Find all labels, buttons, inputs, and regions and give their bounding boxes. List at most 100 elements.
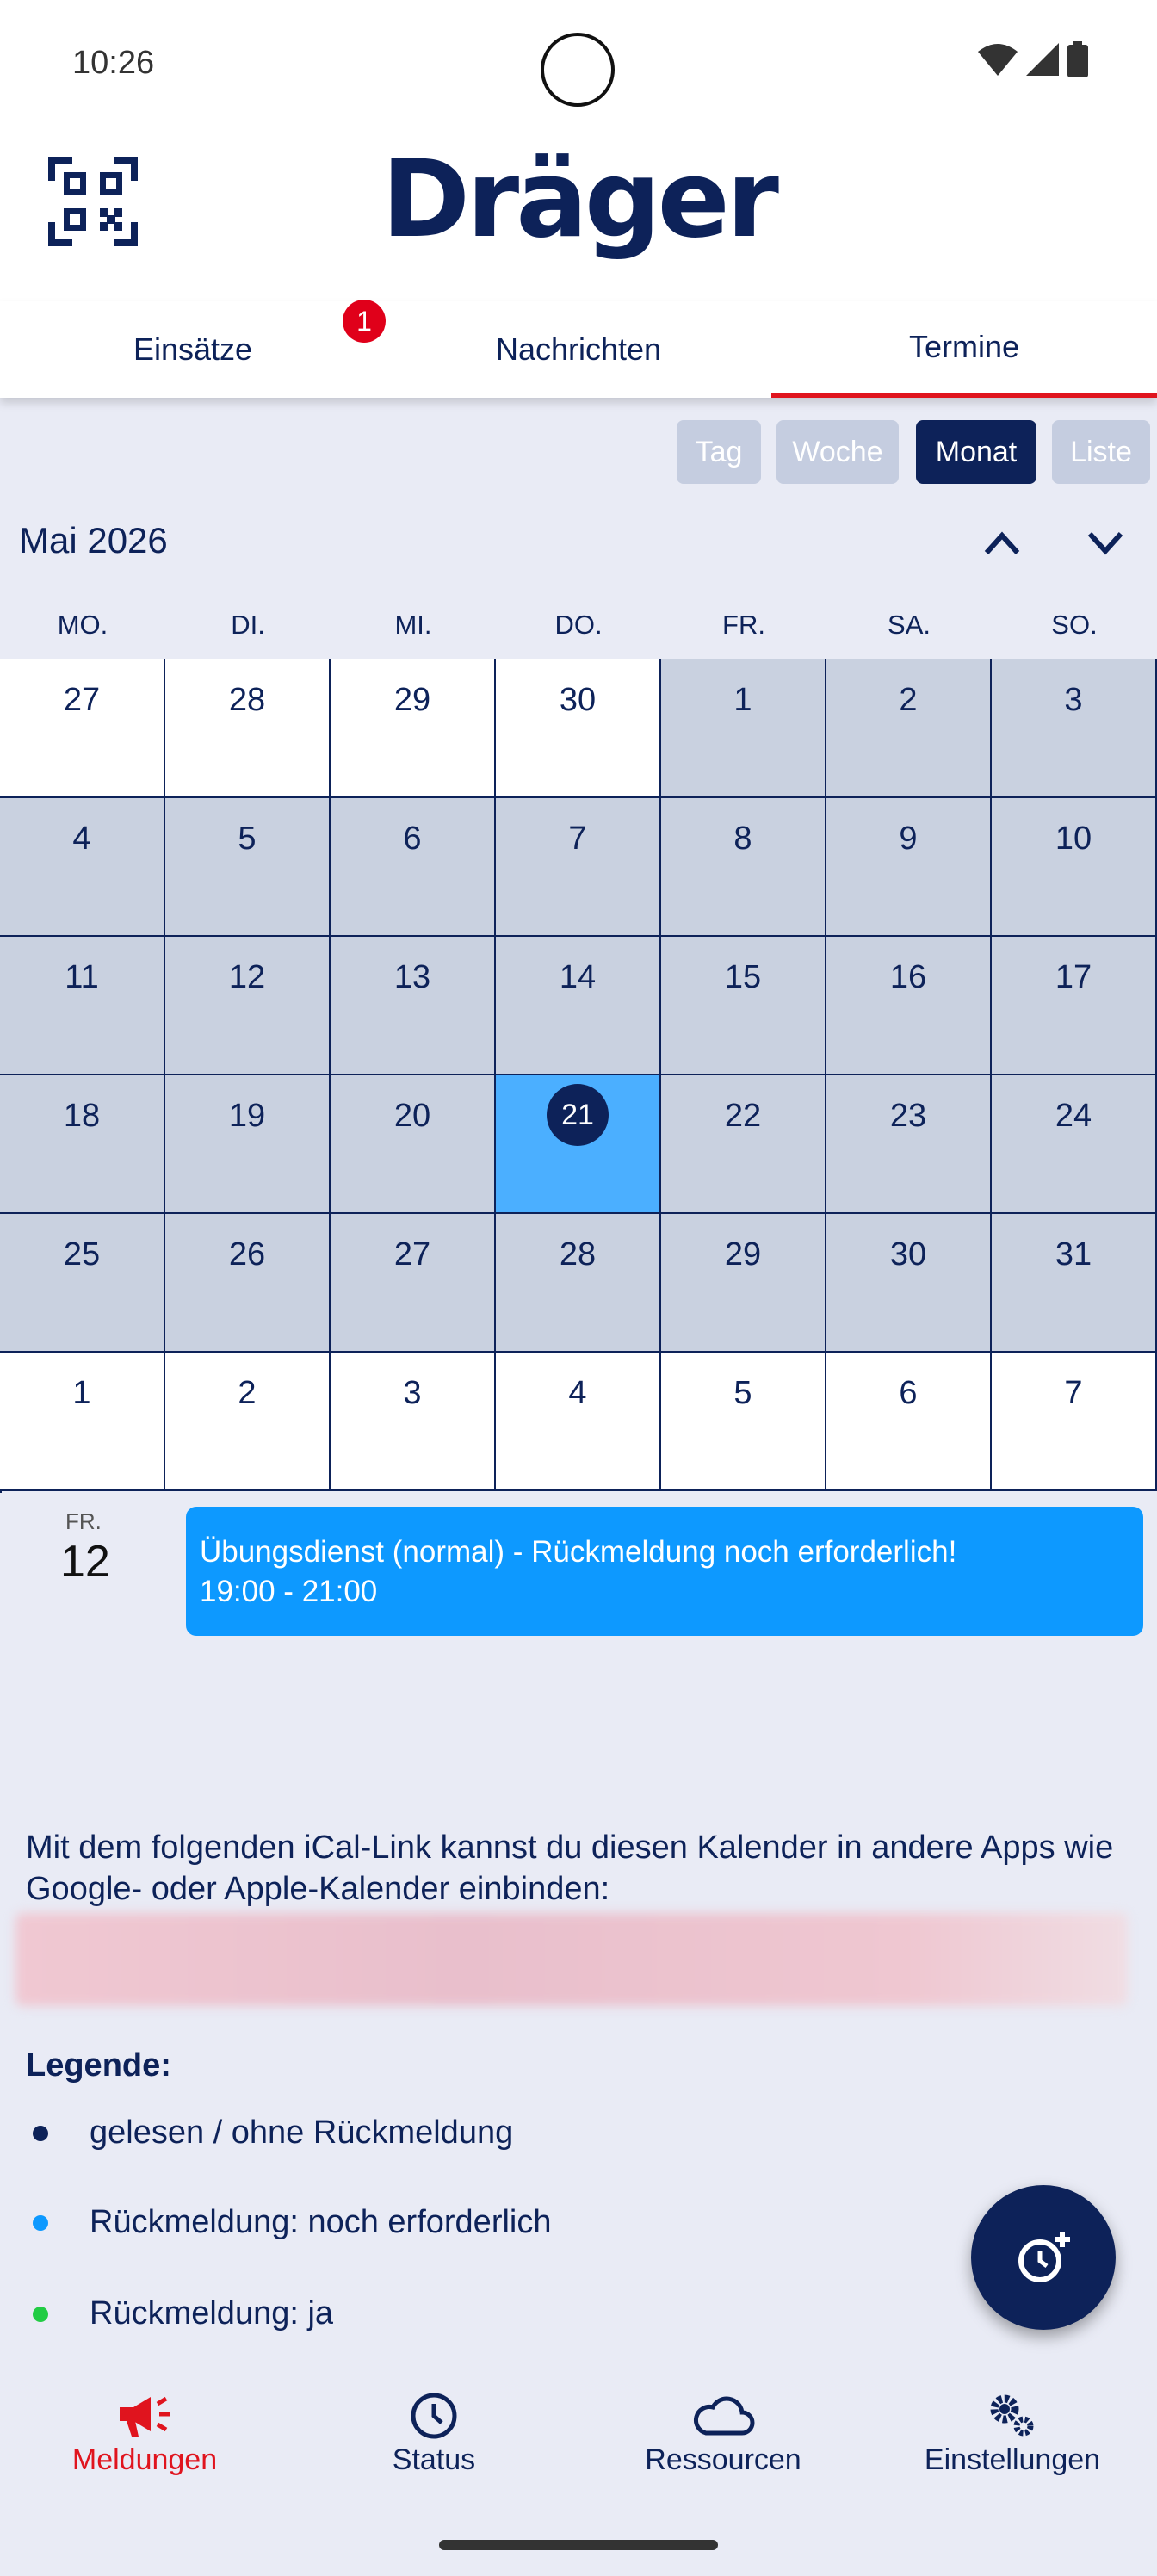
view-month-button[interactable]: Monat — [916, 420, 1036, 484]
calendar-day-cell[interactable]: 4 — [496, 1353, 661, 1491]
calendar-day-cell[interactable]: 27 — [0, 659, 165, 798]
calendar-day-cell[interactable]: 18 — [0, 1075, 165, 1214]
calendar-day-cell[interactable]: 28 — [165, 659, 331, 798]
nav-einstellungen[interactable]: Einstellungen — [868, 2392, 1157, 2477]
day-number: 5 — [733, 1375, 752, 1411]
day-number: 6 — [899, 1375, 918, 1411]
chevron-up-icon[interactable] — [978, 523, 1026, 561]
calendar-day-cell[interactable]: 14 — [496, 937, 661, 1075]
day-number: 11 — [65, 959, 99, 995]
day-number: 15 — [724, 959, 762, 995]
legend-item: gelesen / ohne Rückmeldung — [26, 2115, 513, 2152]
calendar-day-cell[interactable]: 5 — [661, 1353, 826, 1491]
calendar-day-cell[interactable]: 8 — [661, 798, 826, 937]
calendar-day-cell[interactable]: 1 — [0, 1353, 165, 1491]
calendar-day-cell[interactable]: 28 — [496, 1214, 661, 1353]
calendar-day-cell[interactable]: 15 — [661, 937, 826, 1075]
calendar-day-cell[interactable]: 19 — [165, 1075, 331, 1214]
calendar-day-cell[interactable]: 6 — [826, 1353, 992, 1491]
calendar-day-cell[interactable]: 3 — [992, 659, 1157, 798]
weekday-label: SA. — [888, 610, 931, 640]
weekday-label: MI. — [394, 610, 432, 640]
wifi-icon — [978, 44, 1018, 76]
calendar-day-cell[interactable]: 20 — [331, 1075, 496, 1214]
calendar-day-cell[interactable]: 1 — [661, 659, 826, 798]
weekday-label: MO. — [57, 610, 108, 640]
day-number: 4 — [72, 820, 91, 857]
calendar-day-cell[interactable]: 23 — [826, 1075, 992, 1214]
nav-meldungen[interactable]: Meldungen — [0, 2392, 289, 2477]
legend-dot — [33, 2306, 48, 2322]
calendar-day-cell[interactable]: 7 — [992, 1353, 1157, 1491]
cloud-icon — [694, 2396, 755, 2436]
nav-ressourcen[interactable]: Ressourcen — [578, 2392, 868, 2477]
event-card[interactable]: Übungsdienst (normal) - Rückmeldung noch… — [186, 1507, 1143, 1636]
calendar-day-cell[interactable]: 13 — [331, 937, 496, 1075]
day-number: 8 — [733, 820, 752, 857]
view-week-button[interactable]: Woche — [776, 420, 899, 484]
calendar-day-cell[interactable]: 7 — [496, 798, 661, 937]
calendar-day-cell[interactable]: 26 — [165, 1214, 331, 1353]
calendar-day-cell[interactable]: 9 — [826, 798, 992, 937]
legend-item: Rückmeldung: ja — [26, 2295, 333, 2332]
today-marker: 21 — [547, 1084, 609, 1146]
calendar-day-cell[interactable]: 17 — [992, 937, 1157, 1075]
calendar-day-cell[interactable]: 12 — [165, 937, 331, 1075]
calendar-day-cell[interactable]: 4 — [0, 798, 165, 937]
calendar-day-cell[interactable]: 10 — [992, 798, 1157, 937]
battery-icon — [1067, 41, 1088, 77]
nav-status[interactable]: Status — [289, 2392, 578, 2477]
tab-einsaetze[interactable]: Einsätze — [0, 301, 386, 398]
calendar-day-cell[interactable]: 16 — [826, 937, 992, 1075]
tab-nachrichten[interactable]: Nachrichten — [386, 301, 771, 398]
brand-logo: Dräger — [381, 138, 779, 262]
calendar-day-cell[interactable]: 22 — [661, 1075, 826, 1214]
day-number: 22 — [724, 1098, 762, 1134]
calendar-day-cell[interactable]: 30 — [826, 1214, 992, 1353]
calendar-day-cell[interactable]: 24 — [992, 1075, 1157, 1214]
day-number: 12 — [228, 959, 266, 995]
day-number: 28 — [559, 1236, 597, 1273]
event-day-abbr: FR. — [65, 1508, 102, 1534]
calendar-day-cell[interactable]: 31 — [992, 1214, 1157, 1353]
nav-label: Status — [392, 2443, 476, 2476]
chevron-down-icon[interactable] — [1081, 523, 1129, 561]
day-number: 13 — [393, 959, 431, 995]
gears-icon — [990, 2394, 1034, 2437]
day-number: 3 — [403, 1375, 422, 1411]
calendar-day-cell[interactable]: 11 — [0, 937, 165, 1075]
calendar-day-cell[interactable]: 3 — [331, 1353, 496, 1491]
notification-badge: 1 — [343, 300, 386, 343]
top-tabs: Einsätze Nachrichten Termine — [0, 301, 1157, 398]
day-number: 3 — [1064, 682, 1083, 718]
calendar-day-cell[interactable]: 27 — [331, 1214, 496, 1353]
day-number: 14 — [559, 959, 597, 995]
ical-link-redacted[interactable] — [15, 1913, 1128, 2006]
calendar-day-cell[interactable]: 5 — [165, 798, 331, 937]
day-number: 5 — [238, 820, 257, 857]
day-number: 18 — [63, 1098, 101, 1134]
day-number: 30 — [559, 682, 597, 718]
day-number: 6 — [403, 820, 422, 857]
view-list-button[interactable]: Liste — [1052, 420, 1150, 484]
calendar-day-cell[interactable]: 29 — [331, 659, 496, 798]
calendar-day-cell[interactable]: 25 — [0, 1214, 165, 1353]
calendar-day-cell[interactable]: 21 — [496, 1075, 661, 1214]
legend-item: Rückmeldung: noch erforderlich — [26, 2204, 552, 2241]
calendar-day-cell[interactable]: 29 — [661, 1214, 826, 1353]
day-number: 26 — [228, 1236, 266, 1273]
day-number: 9 — [899, 820, 918, 857]
calendar-day-cell[interactable]: 2 — [165, 1353, 331, 1491]
legend-title: Legende: — [26, 2047, 171, 2084]
calendar-day-cell[interactable]: 2 — [826, 659, 992, 798]
day-number: 2 — [899, 682, 918, 718]
tab-termine[interactable]: Termine — [771, 301, 1157, 398]
view-day-button[interactable]: Tag — [677, 420, 761, 484]
nav-label: Ressourcen — [645, 2443, 801, 2476]
calendar-day-cell[interactable]: 6 — [331, 798, 496, 937]
status-time: 10:26 — [72, 45, 155, 81]
day-number: 7 — [568, 820, 587, 857]
calendar-day-cell[interactable]: 30 — [496, 659, 661, 798]
add-appointment-button[interactable] — [971, 2185, 1116, 2330]
day-number: 16 — [889, 959, 927, 995]
